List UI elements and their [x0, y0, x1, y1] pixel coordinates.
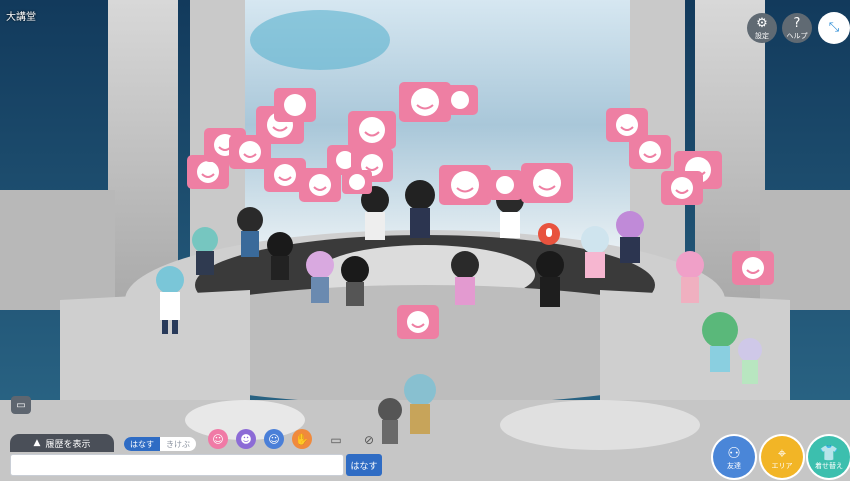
emote-smile-button[interactable]: ☺: [208, 429, 228, 449]
talk-mode-option[interactable]: はなす: [124, 437, 160, 451]
settings-label: 設定: [755, 31, 769, 40]
screen-toggle-button[interactable]: ▭: [11, 396, 31, 414]
question-icon: ?: [793, 15, 801, 31]
emote-sweat-button[interactable]: ☺: [264, 429, 284, 449]
map-pin-icon: ⌖: [777, 443, 787, 462]
monitor-icon: ▭: [330, 433, 342, 447]
virtual-lecture-hall-scene: [0, 0, 850, 481]
area-button[interactable]: ⌖ エリア: [761, 436, 803, 478]
emote-wink-button[interactable]: ☻: [236, 429, 256, 449]
mic-off-icon: ⊘: [363, 433, 375, 447]
friends-button[interactable]: ⚇ 友達: [713, 436, 755, 478]
hand-wave-icon: ✋: [295, 432, 309, 446]
help-button[interactable]: ? ヘルプ: [782, 13, 812, 43]
help-label: ヘルプ: [786, 31, 808, 40]
screen-share-button[interactable]: ▭: [328, 432, 344, 448]
talk-listen-toggle[interactable]: はなす きけぶ: [124, 437, 196, 451]
monitor-icon: ▭: [16, 399, 26, 411]
gear-icon: ⚙: [756, 15, 768, 31]
mute-mic-button[interactable]: ⊘: [361, 432, 377, 448]
settings-button[interactable]: ⚙ 設定: [747, 13, 777, 43]
emote-wave-button[interactable]: ✋: [292, 429, 312, 449]
history-label: 履歴を表示: [45, 439, 91, 450]
speaking-mic-icon: [538, 223, 560, 245]
listen-mode-option[interactable]: きけぶ: [160, 437, 196, 451]
chevron-up-icon: ▲: [33, 438, 41, 448]
shrink-screen-button[interactable]: ⤡: [818, 12, 850, 44]
show-history-tab[interactable]: ▲ 履歴を表示: [10, 434, 114, 452]
chat-message-input[interactable]: [10, 454, 344, 476]
friends-label: 友達: [727, 461, 741, 470]
collapse-arrows-icon: ⤡: [828, 20, 840, 35]
dressup-button[interactable]: 👕 着せ替え: [808, 436, 850, 478]
smile-face-icon: ☺: [212, 432, 224, 446]
send-button[interactable]: はなす: [346, 454, 382, 476]
wink-face-icon: ☻: [240, 432, 252, 446]
shirt-icon: 👕: [819, 443, 839, 462]
sweat-face-icon: ☺: [268, 432, 280, 446]
room-title: 大講堂: [6, 12, 36, 23]
area-label: エリア: [771, 461, 793, 470]
friends-icon: ⚇: [727, 443, 741, 462]
dressup-label: 着せ替え: [815, 461, 843, 470]
